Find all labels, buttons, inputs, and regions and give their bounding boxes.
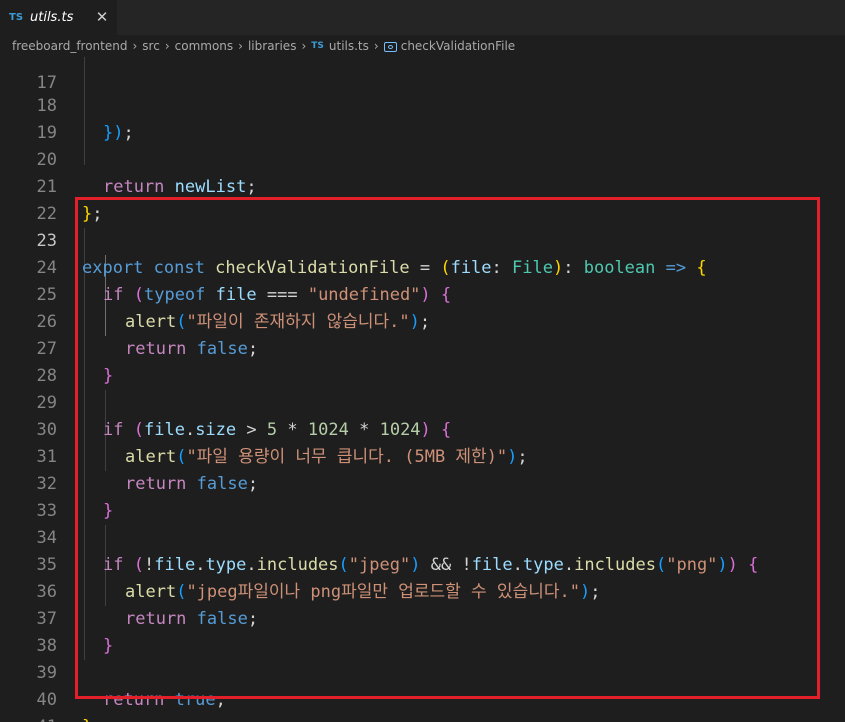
chevron-right-icon: › <box>301 39 307 53</box>
breadcrumb: freeboard_frontend › src › commons › lib… <box>0 35 845 57</box>
code-line: 21 }; <box>0 147 845 224</box>
line-number: 41 <box>0 714 57 722</box>
close-icon[interactable]: ✕ <box>94 9 110 25</box>
breadcrumb-item-file[interactable]: utils.ts <box>329 39 369 53</box>
typescript-file-icon: TS <box>311 41 324 51</box>
code-line: 20 return newList; <box>0 120 845 197</box>
typescript-file-icon: TS <box>9 12 24 23</box>
breadcrumb-item-src[interactable]: src <box>142 39 160 53</box>
code-line: 18 }); <box>0 66 845 143</box>
breadcrumb-item-freeboard-frontend[interactable]: freeboard_frontend <box>12 39 127 53</box>
highlight-annotation-box <box>75 197 820 699</box>
breadcrumb-item-commons[interactable]: commons <box>175 39 234 53</box>
symbol-variable-icon <box>383 42 397 52</box>
breadcrumb-item-symbol[interactable]: checkValidationFile <box>401 39 515 53</box>
chevron-right-icon: › <box>373 39 379 53</box>
chevron-right-icon: › <box>238 39 243 53</box>
tab-utils-ts[interactable]: TS utils.ts ✕ <box>0 0 118 35</box>
code-line: 19 <box>0 93 845 143</box>
chevron-right-icon: › <box>132 39 138 53</box>
tab-label: utils.ts <box>30 10 74 25</box>
chevron-right-icon: › <box>164 39 170 53</box>
breadcrumb-item-libraries[interactable]: libraries <box>248 39 296 53</box>
tab-bar: TS utils.ts ✕ <box>0 0 845 35</box>
